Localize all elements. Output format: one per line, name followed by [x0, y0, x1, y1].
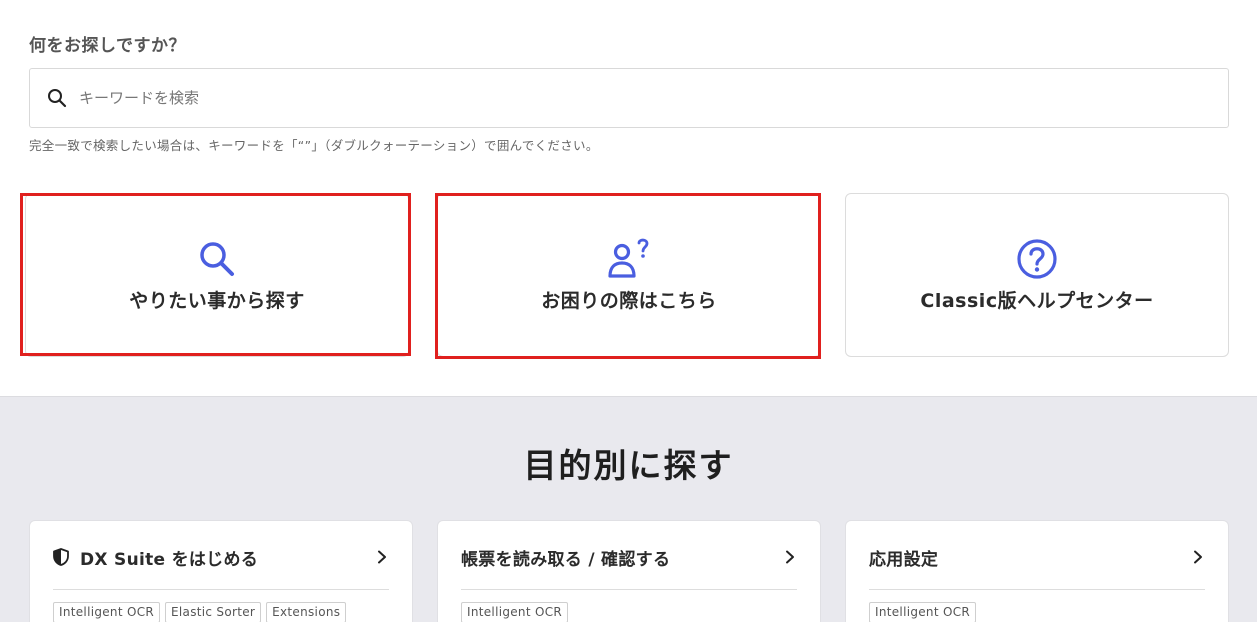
search-heading: 何をお探しですか？ — [29, 36, 186, 56]
chevron-right-icon — [375, 550, 389, 564]
purpose-card-title: 応用設定 — [869, 549, 939, 570]
search-icon — [46, 87, 68, 109]
shield-icon — [53, 548, 71, 566]
purpose-card-advanced-settings[interactable]: 応用設定 Intelligent OCR — [845, 520, 1229, 622]
purpose-section: 目的別に探す DX Suite をはじめる Intelligent OCR El… — [0, 396, 1257, 622]
help-center-page: 何をお探しですか？ 完全一致で検索したい場合は、キーワードを「“”」（ダブルクォ… — [0, 0, 1257, 622]
chevron-right-icon — [1191, 550, 1205, 564]
divider — [461, 589, 797, 590]
person-question-icon — [606, 238, 652, 280]
tag: Intelligent OCR — [869, 602, 977, 622]
search-input[interactable] — [68, 69, 1228, 127]
search-icon — [197, 238, 237, 280]
divider — [869, 589, 1205, 590]
question-circle-icon — [1016, 238, 1058, 280]
tag: Elastic Sorter — [165, 602, 262, 622]
quick-card-find-by-task[interactable]: やりたい事から探す — [25, 193, 409, 357]
quick-card-classic-help[interactable]: Classic版ヘルプセンター — [845, 193, 1229, 357]
quick-card-label: やりたい事から探す — [129, 290, 305, 312]
quick-card-label: お困りの際はこちら — [541, 290, 717, 312]
purpose-card-read-forms[interactable]: 帳票を読み取る / 確認する Intelligent OCR — [437, 520, 821, 622]
tag: Intelligent OCR — [53, 602, 161, 622]
search-box[interactable] — [29, 68, 1229, 128]
purpose-title: 目的別に探す — [523, 446, 734, 485]
search-section: 何をお探しですか？ 完全一致で検索したい場合は、キーワードを「“”」（ダブルクォ… — [0, 0, 1257, 397]
purpose-card-title: DX Suite をはじめる — [80, 549, 259, 570]
purpose-card-title: 帳票を読み取る / 確認する — [461, 549, 671, 570]
tag-list: Intelligent OCR — [869, 602, 977, 622]
tag-list: Intelligent OCR Elastic Sorter Extension… — [53, 602, 347, 622]
quick-card-troubleshooting[interactable]: お困りの際はこちら — [437, 193, 821, 357]
tag: Extensions — [266, 602, 347, 622]
quick-card-label: Classic版ヘルプセンター — [920, 290, 1154, 312]
divider — [53, 589, 389, 590]
chevron-right-icon — [783, 550, 797, 564]
tag: Intelligent OCR — [461, 602, 569, 622]
search-hint: 完全一致で検索したい場合は、キーワードを「“”」（ダブルクォーテーション）で囲ん… — [29, 138, 599, 153]
purpose-card-getting-started[interactable]: DX Suite をはじめる Intelligent OCR Elastic S… — [29, 520, 413, 622]
tag-list: Intelligent OCR — [461, 602, 569, 622]
